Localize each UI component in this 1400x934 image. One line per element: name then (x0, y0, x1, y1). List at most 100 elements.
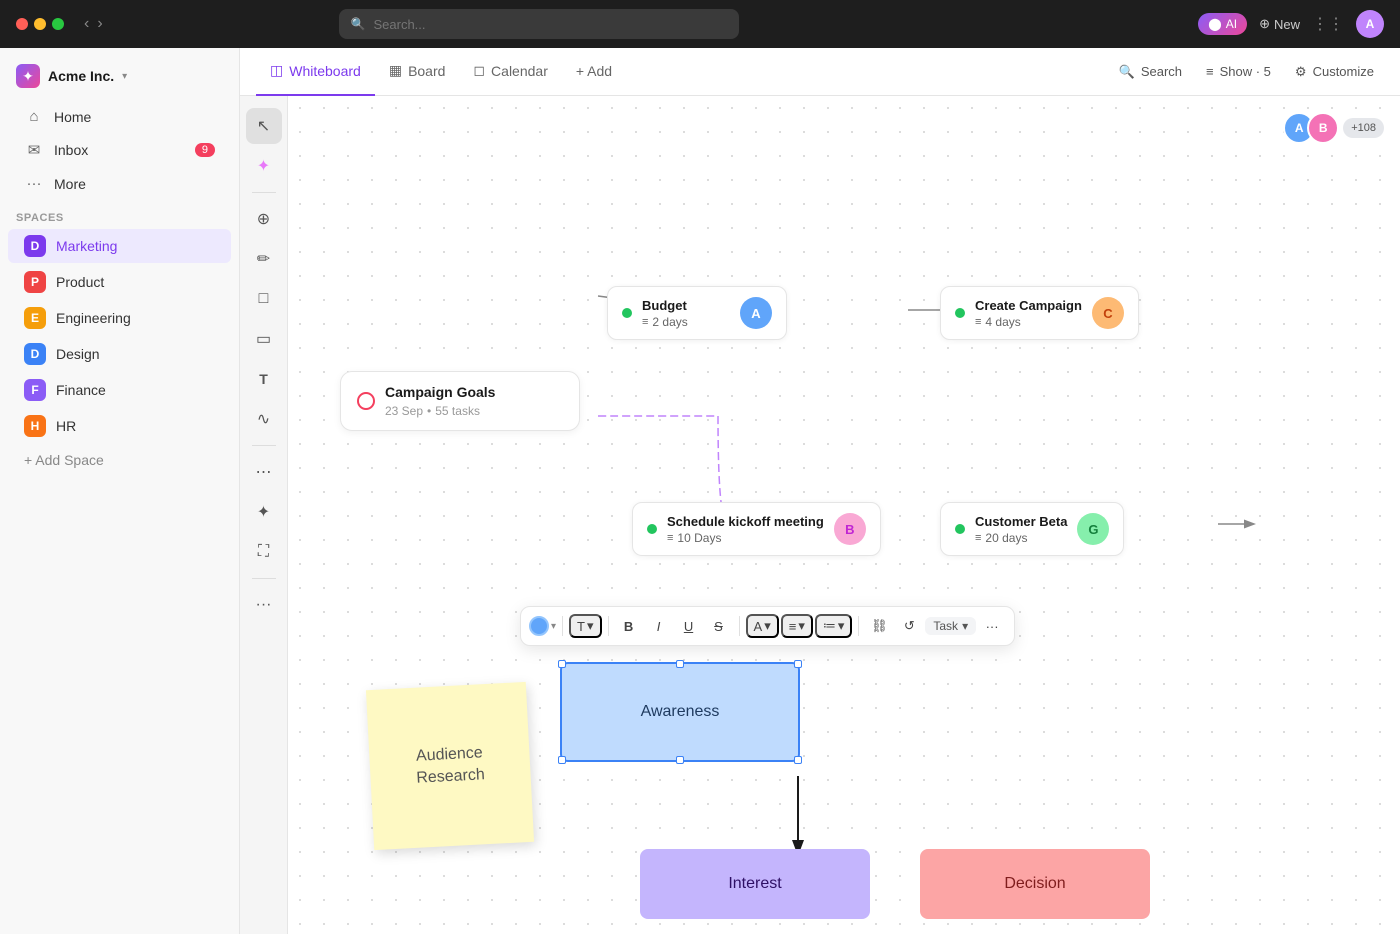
sparkle-tool[interactable]: ✦ (246, 494, 282, 530)
cursor-tool[interactable]: ↖ (246, 108, 282, 144)
budget-days: ≡ 2 days (642, 315, 730, 329)
strikethrough-button[interactable]: S (705, 612, 733, 640)
text-style-chevron: ▾ (587, 618, 594, 634)
back-button[interactable]: ‹ (84, 15, 89, 33)
finance-dot: F (24, 379, 46, 401)
handle-tr[interactable] (794, 660, 802, 668)
magic-tool[interactable]: ✦ (246, 148, 282, 184)
more-tool[interactable]: ··· (246, 587, 282, 623)
image-tool[interactable]: ⛶ (246, 534, 282, 570)
budget-info: Budget ≡ 2 days (642, 298, 730, 329)
handle-tc[interactable] (676, 660, 684, 668)
design-dot: D (24, 343, 46, 365)
customer-beta-info: Customer Beta ≡ 20 days (975, 514, 1067, 545)
forward-button[interactable]: › (97, 15, 102, 33)
nav-arrows: ‹ › (84, 15, 103, 33)
sidebar-item-product[interactable]: P Product (8, 265, 231, 299)
budget-name: Budget (642, 298, 730, 313)
align-chevron: ▾ (798, 618, 805, 634)
dot-separator: • (427, 404, 431, 418)
close-dot[interactable] (16, 18, 28, 30)
sidebar-item-marketing[interactable]: D Marketing (8, 229, 231, 263)
rect-tool[interactable]: □ (246, 281, 282, 317)
link-button[interactable]: ⛓ (865, 612, 893, 640)
tool-separator-2 (252, 445, 276, 446)
customize-button[interactable]: ⚙ Customize (1285, 58, 1384, 86)
awareness-box[interactable]: Awareness (560, 662, 800, 762)
titlebar-right: ⬤ AI ⊕ New ⋮⋮ A (1198, 10, 1384, 38)
draw-tool[interactable]: ∿ (246, 401, 282, 437)
sticky-note[interactable]: Audience Research (366, 682, 534, 850)
user-avatar[interactable]: A (1356, 10, 1384, 38)
sidebar-item-inbox[interactable]: ✉ Inbox 9 (8, 134, 231, 166)
grid-icon[interactable]: ⋮⋮ (1312, 14, 1344, 34)
bold-button[interactable]: B (615, 612, 643, 640)
titlebar-search[interactable]: 🔍 (339, 9, 739, 39)
tab-whiteboard[interactable]: ◫ Whiteboard (256, 48, 375, 96)
show-icon: ≡ (1206, 64, 1214, 79)
tab-add[interactable]: + Add (562, 48, 626, 96)
schedule-avatar: B (834, 513, 866, 545)
minimize-dot[interactable] (34, 18, 46, 30)
text-style-dropdown[interactable]: T ▾ (569, 614, 601, 638)
decision-box[interactable]: Decision (920, 849, 1150, 919)
show-button[interactable]: ≡ Show · 5 (1196, 58, 1281, 85)
italic-button[interactable]: I (645, 612, 673, 640)
globe-tool[interactable]: ⊕ (246, 201, 282, 237)
customer-beta-card[interactable]: Customer Beta ≡ 20 days G (940, 502, 1124, 556)
hr-label: HR (56, 418, 76, 434)
create-campaign-card[interactable]: Create Campaign ≡ 4 days C (940, 286, 1139, 340)
avatar-cluster: A B +108 (1283, 112, 1384, 144)
handle-bc[interactable] (676, 756, 684, 764)
sidebar-header: ✦ Acme Inc. ▾ (0, 56, 239, 100)
text-tool[interactable]: T (246, 361, 282, 397)
handle-bl[interactable] (558, 756, 566, 764)
campaign-goals-card[interactable]: Campaign Goals 23 Sep • 55 tasks (340, 371, 580, 431)
calendar-tab-label: Calendar (491, 63, 548, 79)
more-format-button[interactable]: ··· (978, 612, 1006, 640)
align-dropdown[interactable]: ≡ ▾ (781, 614, 813, 638)
product-label: Product (56, 274, 104, 290)
whiteboard-canvas[interactable]: ↖ ✦ ⊕ ✏ □ ▭ T ∿ ⋯ ✦ ⛶ ··· (240, 96, 1400, 934)
underline-button[interactable]: U (675, 612, 703, 640)
workspace-name: Acme Inc. (48, 68, 114, 84)
sidebar-item-home[interactable]: ⌂ Home (8, 101, 231, 132)
create-campaign-days: ≡ 4 days (975, 315, 1082, 329)
ai-button[interactable]: ⬤ AI (1198, 13, 1247, 35)
add-space-button[interactable]: + Add Space (8, 446, 231, 474)
sidebar-item-hr[interactable]: H HR (8, 409, 231, 443)
maximize-dot[interactable] (52, 18, 64, 30)
new-button[interactable]: ⊕ New (1259, 16, 1300, 32)
sidebar-item-design[interactable]: D Design (8, 337, 231, 371)
star-icon: ✦ (22, 68, 34, 85)
budget-card[interactable]: Budget ≡ 2 days A (607, 286, 787, 340)
board-tab-label: Board (408, 63, 445, 79)
sidebar-item-engineering[interactable]: E Engineering (8, 301, 231, 335)
tab-calendar[interactable]: ◻ Calendar (459, 48, 561, 96)
create-campaign-avatar: C (1092, 297, 1124, 329)
pen-tool[interactable]: ✏ (246, 241, 282, 277)
search-input[interactable] (373, 17, 726, 32)
interest-box[interactable]: Interest (640, 849, 870, 919)
share-tool[interactable]: ⋯ (246, 454, 282, 490)
sidebar-item-more[interactable]: ··· More (8, 168, 231, 199)
tab-board[interactable]: ▦ Board (375, 48, 460, 96)
color-chevron[interactable]: ▾ (551, 621, 556, 632)
note-tool[interactable]: ▭ (246, 321, 282, 357)
handle-br[interactable] (794, 756, 802, 764)
sidebar-item-finance[interactable]: F Finance (8, 373, 231, 407)
add-tab-label: + Add (576, 63, 612, 79)
hr-dot: H (24, 415, 46, 437)
refresh-button[interactable]: ↺ (895, 612, 923, 640)
campaign-goals-tasks: 55 tasks (435, 404, 480, 418)
color-picker[interactable] (529, 616, 549, 636)
search-button[interactable]: 🔍 Search (1109, 58, 1192, 86)
create-campaign-info: Create Campaign ≡ 4 days (975, 298, 1082, 329)
font-size-dropdown[interactable]: A ▾ (746, 614, 779, 638)
schedule-kickoff-card[interactable]: Schedule kickoff meeting ≡ 10 Days B (632, 502, 881, 556)
more-label: More (54, 176, 86, 192)
handle-tl[interactable] (558, 660, 566, 668)
task-dropdown[interactable]: Task ▾ (925, 617, 976, 635)
list-dropdown[interactable]: ≔ ▾ (815, 614, 853, 638)
tool-separator-3 (252, 578, 276, 579)
